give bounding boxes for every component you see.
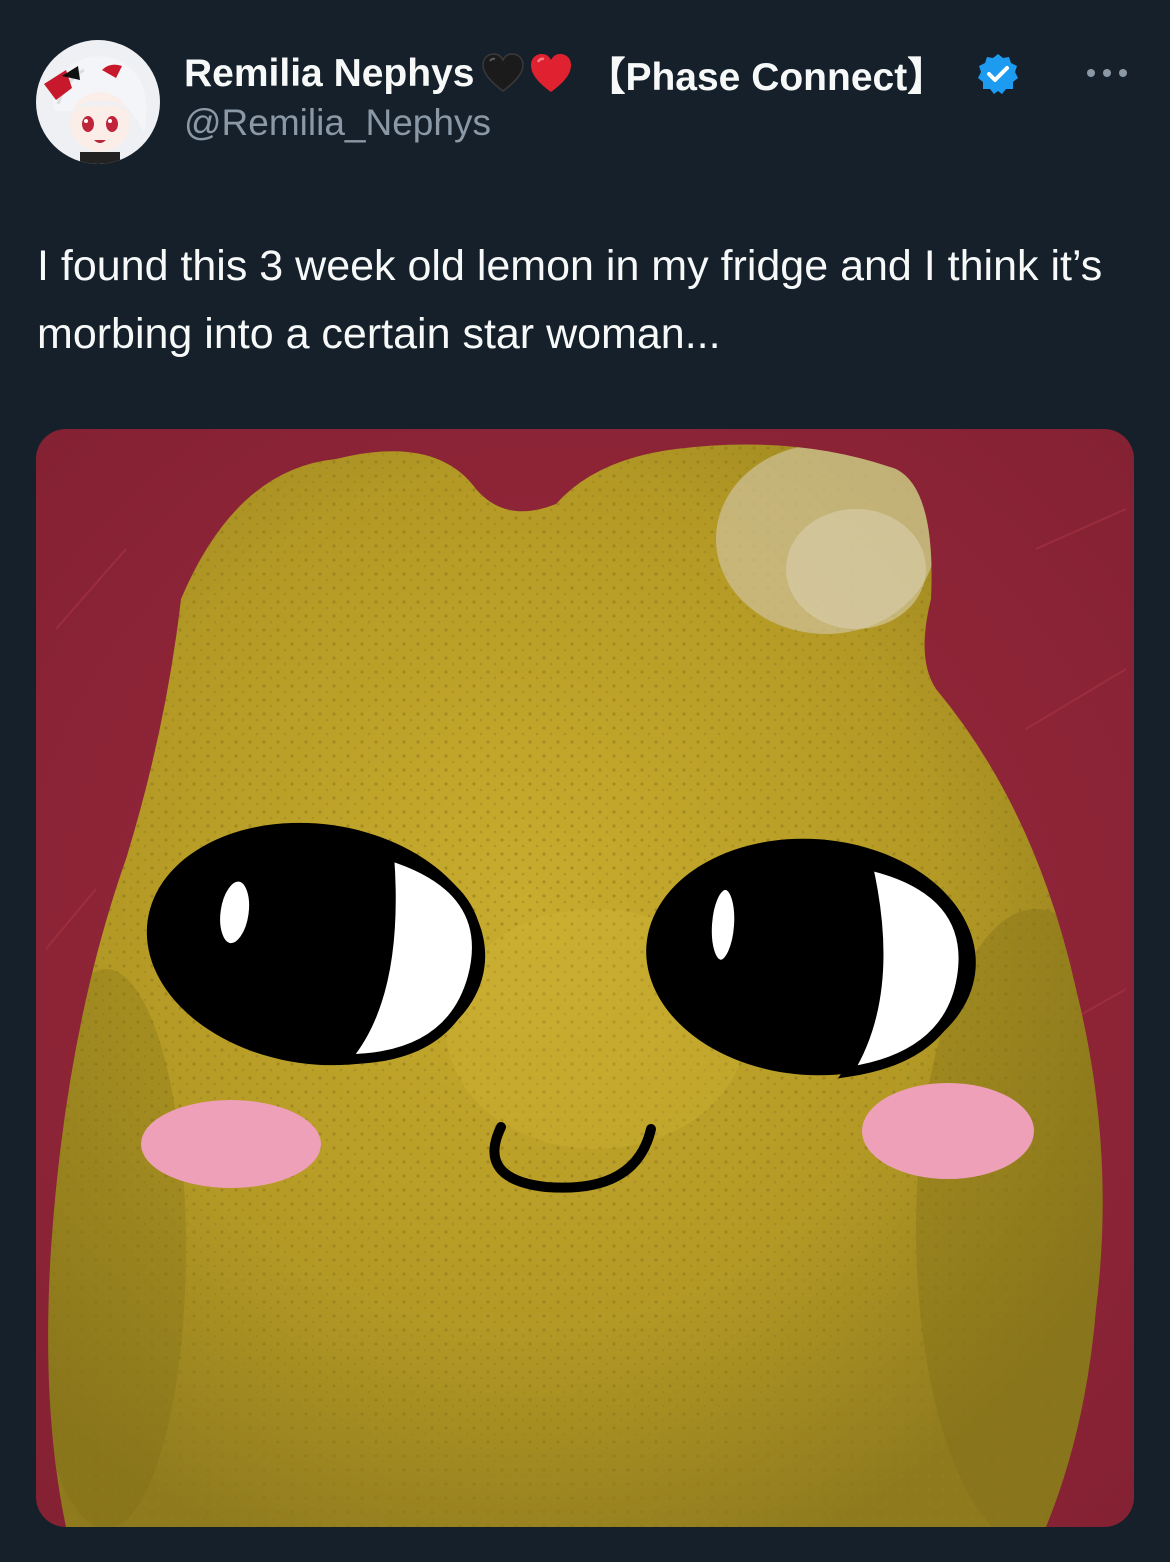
- author-handle[interactable]: @Remilia_Nephys: [184, 102, 491, 144]
- author-affiliation: 【Phase Connect】: [586, 56, 947, 99]
- tweet-media-photo[interactable]: [36, 429, 1134, 1527]
- more-options-icon[interactable]: [1082, 58, 1132, 88]
- verified-badge-icon[interactable]: [976, 52, 1020, 96]
- author-header: Remilia Nephys 【Phase Connect】: [184, 48, 1020, 100]
- avatar-illustration: [36, 40, 160, 164]
- red-heart-icon: [528, 51, 574, 97]
- author-avatar[interactable]: [36, 40, 160, 164]
- tweet-text: I found this 3 week old lemon in my frid…: [37, 242, 1103, 358]
- black-heart-icon: [480, 51, 526, 97]
- tweet: Remilia Nephys 【Phase Connect】 @Remilia_…: [0, 0, 1170, 1562]
- lemon-with-drawn-face-image: [36, 429, 1134, 1527]
- author-display-name[interactable]: Remilia Nephys: [184, 52, 474, 96]
